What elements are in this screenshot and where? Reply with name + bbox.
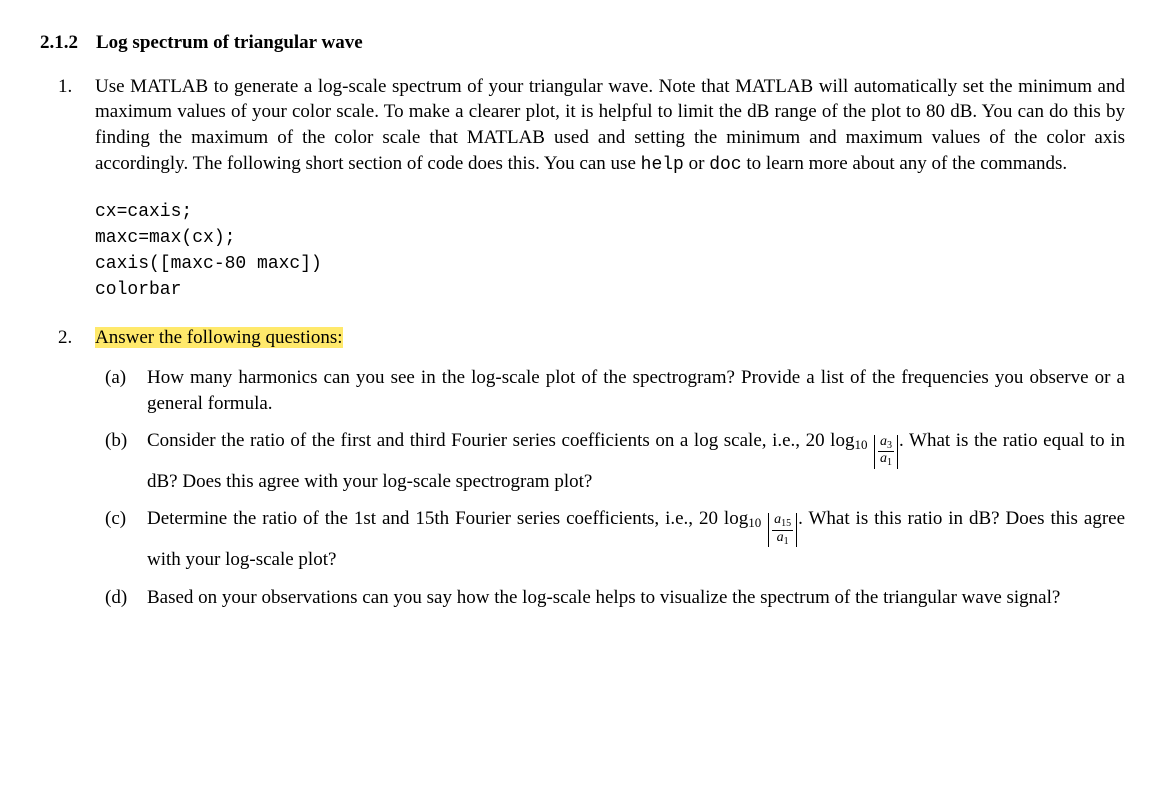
list-item-2: 2. Answer the following questions: (a) H… [40, 325, 1125, 610]
fraction: a3a1 [878, 435, 894, 469]
math-expression: 20 log10 a3a1 [806, 430, 899, 451]
math-expression: 20 log10 a15a1 [699, 508, 798, 529]
section-heading: 2.1.2 Log spectrum of triangular wave [40, 30, 1125, 56]
subitem-marker: (d) [105, 585, 127, 611]
text-part: or [684, 153, 709, 174]
numerator: a15 [772, 513, 793, 531]
math-subscript: 10 [854, 437, 867, 452]
subitem-marker: (c) [105, 506, 126, 532]
code-inline-doc: doc [709, 155, 741, 175]
math-prefix: 20 log [699, 508, 748, 529]
subitem-pre-text: Determine the ratio of the 1st and 15th … [147, 508, 699, 529]
sub-ordered-list: (a) How many harmonics can you see in th… [95, 365, 1125, 610]
section-title: Log spectrum of triangular wave [96, 32, 363, 53]
text-part: to learn more about any of the commands. [742, 153, 1068, 174]
subitem-marker: (b) [105, 428, 127, 454]
num-sub: 3 [887, 440, 892, 451]
subitem-marker: (a) [105, 365, 126, 391]
den-sub: 1 [887, 457, 892, 468]
subitem-d: (d) Based on your observations can you s… [95, 585, 1125, 611]
den-sub: 1 [784, 536, 789, 547]
var-a: a [777, 530, 784, 545]
absolute-value: a3a1 [874, 435, 898, 469]
denominator: a1 [878, 452, 894, 469]
math-subscript: 10 [748, 515, 761, 530]
subitem-b: (b) Consider the ratio of the first and … [95, 428, 1125, 494]
item-paragraph: Use MATLAB to generate a log-scale spect… [95, 74, 1125, 177]
var-a: a [880, 451, 887, 466]
absolute-value: a15a1 [768, 513, 797, 547]
fraction: a15a1 [772, 513, 793, 547]
subitem-c: (c) Determine the ratio of the 1st and 1… [95, 506, 1125, 572]
item-marker: 1. [58, 74, 72, 100]
highlighted-text: Answer the following questions: [95, 327, 343, 348]
math-prefix: 20 log [806, 430, 855, 451]
num-sub: 15 [781, 518, 791, 529]
subitem-text: Based on your observations can you say h… [147, 587, 1060, 608]
ordered-list: 1. Use MATLAB to generate a log-scale sp… [40, 74, 1125, 611]
denominator: a1 [772, 531, 793, 548]
subitem-pre-text: Consider the ratio of the first and thir… [147, 430, 806, 451]
code-block: cx=caxis; maxc=max(cx); caxis([maxc-80 m… [95, 199, 1125, 303]
section-number: 2.1.2 [40, 32, 78, 53]
subitem-a: (a) How many harmonics can you see in th… [95, 365, 1125, 416]
list-item-1: 1. Use MATLAB to generate a log-scale sp… [40, 74, 1125, 304]
numerator: a3 [878, 435, 894, 453]
code-inline-help: help [641, 155, 684, 175]
subitem-text: How many harmonics can you see in the lo… [147, 367, 1125, 414]
item-marker: 2. [58, 325, 72, 351]
var-a: a [880, 434, 887, 449]
